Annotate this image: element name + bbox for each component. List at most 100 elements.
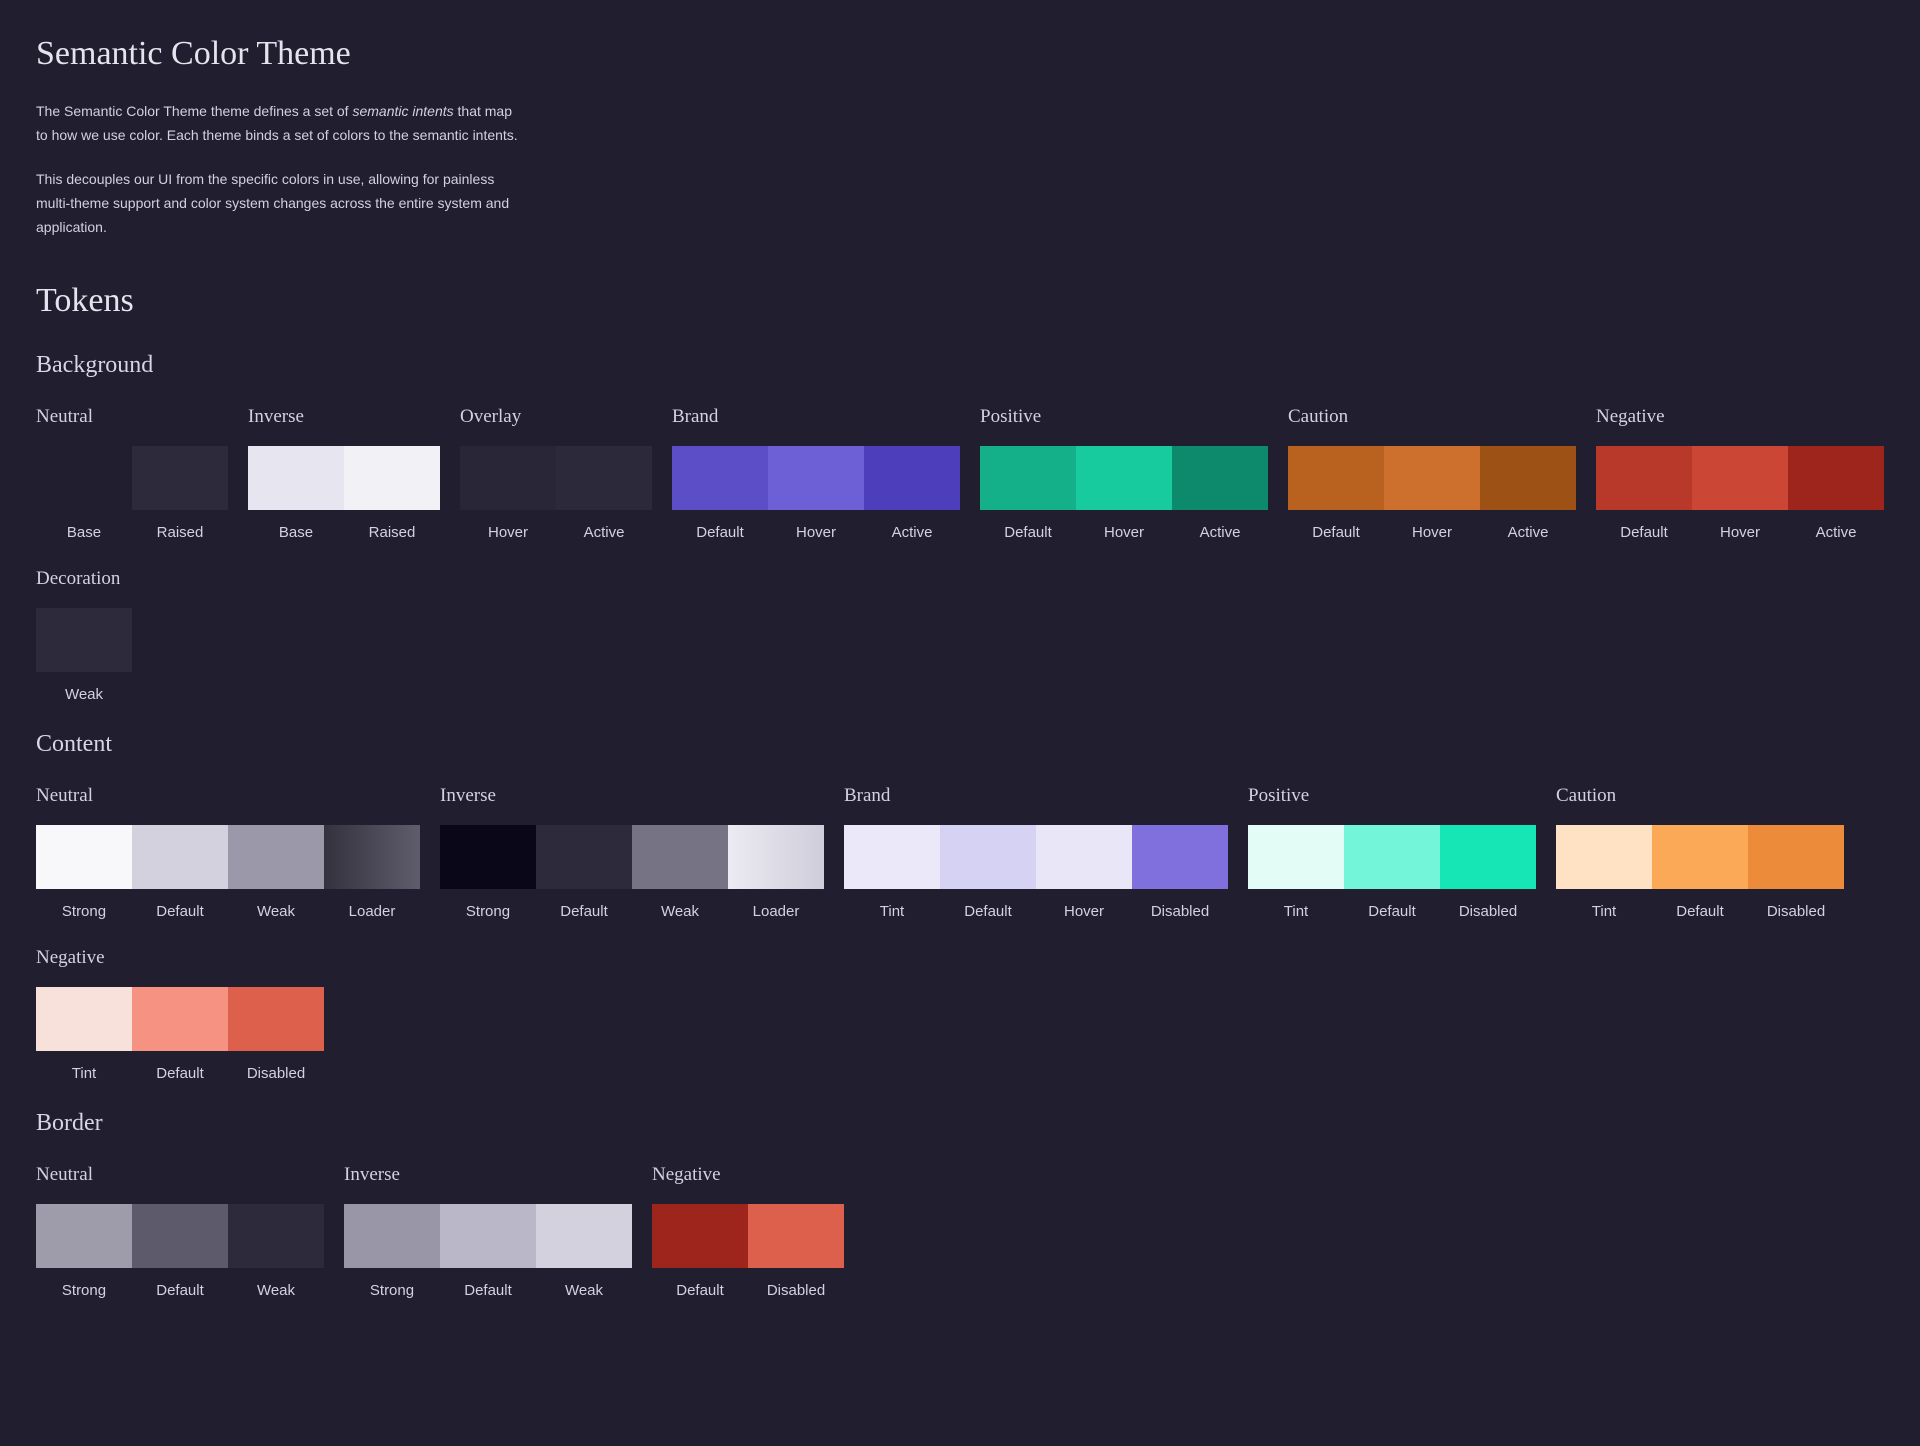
color-swatch: Default [536, 825, 632, 921]
swatch-row: Default Hover Active [672, 446, 960, 542]
color-chip [132, 825, 228, 889]
token-group-negative: Negative Default Hover Active [1596, 404, 1884, 542]
color-chip [1652, 825, 1748, 889]
color-swatch: Default [132, 825, 228, 921]
swatch-label: Default [156, 903, 204, 920]
color-swatch: Loader [728, 825, 824, 921]
color-chip [940, 825, 1036, 889]
token-group-neutral: Neutral Strong Default Weak [36, 1162, 324, 1300]
group-title: Brand [844, 785, 891, 806]
token-sections: Background Neutral Base Raised Inverse Base Ra… [36, 348, 1884, 1300]
swatch-label: Base [278, 524, 314, 541]
swatch-row: Strong Default Weak [36, 1204, 324, 1300]
color-chip [1288, 446, 1384, 510]
color-chip [1076, 446, 1172, 510]
color-swatch: Tint [1556, 825, 1652, 921]
token-group-brand: Brand Default Hover Active [672, 404, 960, 542]
swatch-label: Tint [71, 1065, 97, 1082]
color-chip [36, 1204, 132, 1268]
color-chip [36, 825, 132, 889]
swatch-label: Active [1507, 524, 1549, 541]
color-chip [556, 446, 652, 510]
swatch-row: Default Disabled [652, 1204, 844, 1300]
token-group-caution: Caution Tint Default Disabled [1556, 783, 1844, 921]
color-swatch: Default [440, 1204, 536, 1300]
token-group-caution: Caution Default Hover Active [1288, 404, 1576, 542]
swatch-label: Strong [465, 903, 511, 920]
swatch-label: Default [156, 1065, 204, 1082]
color-swatch: Active [864, 446, 960, 542]
color-swatch: Loader [324, 825, 420, 921]
swatch-label: Hover [1719, 524, 1760, 541]
color-swatch: Disabled [1440, 825, 1536, 921]
color-swatch: Hover [1384, 446, 1480, 542]
color-chip [1384, 446, 1480, 510]
token-groups: Neutral Base Raised Inverse Base Raised Overla… [36, 404, 1896, 704]
color-chip [36, 608, 132, 672]
color-chip [1480, 446, 1576, 510]
swatch-label: Default [1620, 524, 1668, 541]
color-swatch: Tint [1248, 825, 1344, 921]
color-swatch: Default [940, 825, 1036, 921]
color-chip [632, 825, 728, 889]
swatch-label: Active [891, 524, 933, 541]
token-groups: Neutral Strong Default Weak Inverse Strong Def… [36, 1162, 1896, 1300]
swatch-label: Base [66, 524, 102, 541]
swatch-row: Base Raised [248, 446, 440, 542]
swatch-label: Active [1815, 524, 1857, 541]
token-group-positive: Positive Default Hover Active [980, 404, 1268, 542]
color-chip [228, 825, 324, 889]
color-chip [1036, 825, 1132, 889]
swatch-label: Weak [564, 1282, 604, 1299]
color-swatch: Default [652, 1204, 748, 1300]
token-group-inverse: Inverse Strong Default Weak Loader [440, 783, 824, 921]
page-title: Semantic Color Theme [36, 35, 351, 72]
swatch-label: Default [676, 1282, 724, 1299]
intro-emphasis: semantic intents [352, 103, 454, 119]
color-chip [748, 1204, 844, 1268]
token-group-overlay: Overlay Hover Active [460, 404, 652, 542]
color-chip [728, 825, 824, 889]
color-swatch: Default [1652, 825, 1748, 921]
color-chip [36, 446, 132, 510]
swatch-label: Default [696, 524, 744, 541]
group-title: Overlay [460, 406, 522, 427]
color-swatch: Base [36, 446, 132, 542]
color-chip [844, 825, 940, 889]
color-swatch: Active [1480, 446, 1576, 542]
swatch-row: Default Hover Active [980, 446, 1268, 542]
swatch-row: Tint Default Hover Disabled [844, 825, 1228, 921]
color-swatch: Default [1344, 825, 1440, 921]
swatch-row: Strong Default Weak Loader [440, 825, 824, 921]
color-chip [344, 446, 440, 510]
group-title: Caution [1556, 785, 1617, 806]
color-chip [440, 825, 536, 889]
color-swatch: Default [132, 987, 228, 1083]
group-title: Negative [1596, 406, 1665, 427]
color-swatch: Default [1288, 446, 1384, 542]
color-chip [768, 446, 864, 510]
group-title: Caution [1288, 406, 1349, 427]
color-swatch: Strong [344, 1204, 440, 1300]
swatch-label: Disabled [766, 1282, 826, 1299]
color-swatch: Weak [228, 825, 324, 921]
color-chip [652, 1204, 748, 1268]
swatch-row: Base Raised [36, 446, 228, 542]
swatch-label: Weak [64, 686, 104, 703]
token-group-neutral: Neutral Base Raised [36, 404, 228, 542]
color-chip [536, 1204, 632, 1268]
color-chip [132, 446, 228, 510]
color-chip [980, 446, 1076, 510]
color-chip [1748, 825, 1844, 889]
color-chip [460, 446, 556, 510]
color-swatch: Tint [844, 825, 940, 921]
swatch-label: Default [1312, 524, 1360, 541]
swatch-label: Disabled [1766, 903, 1826, 920]
swatch-row: Strong Default Weak Loader [36, 825, 420, 921]
section-title: Border [36, 1110, 103, 1136]
swatch-label: Loader [752, 903, 800, 920]
color-swatch: Default [1596, 446, 1692, 542]
color-chip [1440, 825, 1536, 889]
group-title: Neutral [36, 406, 93, 427]
swatch-label: Hover [1063, 903, 1104, 920]
